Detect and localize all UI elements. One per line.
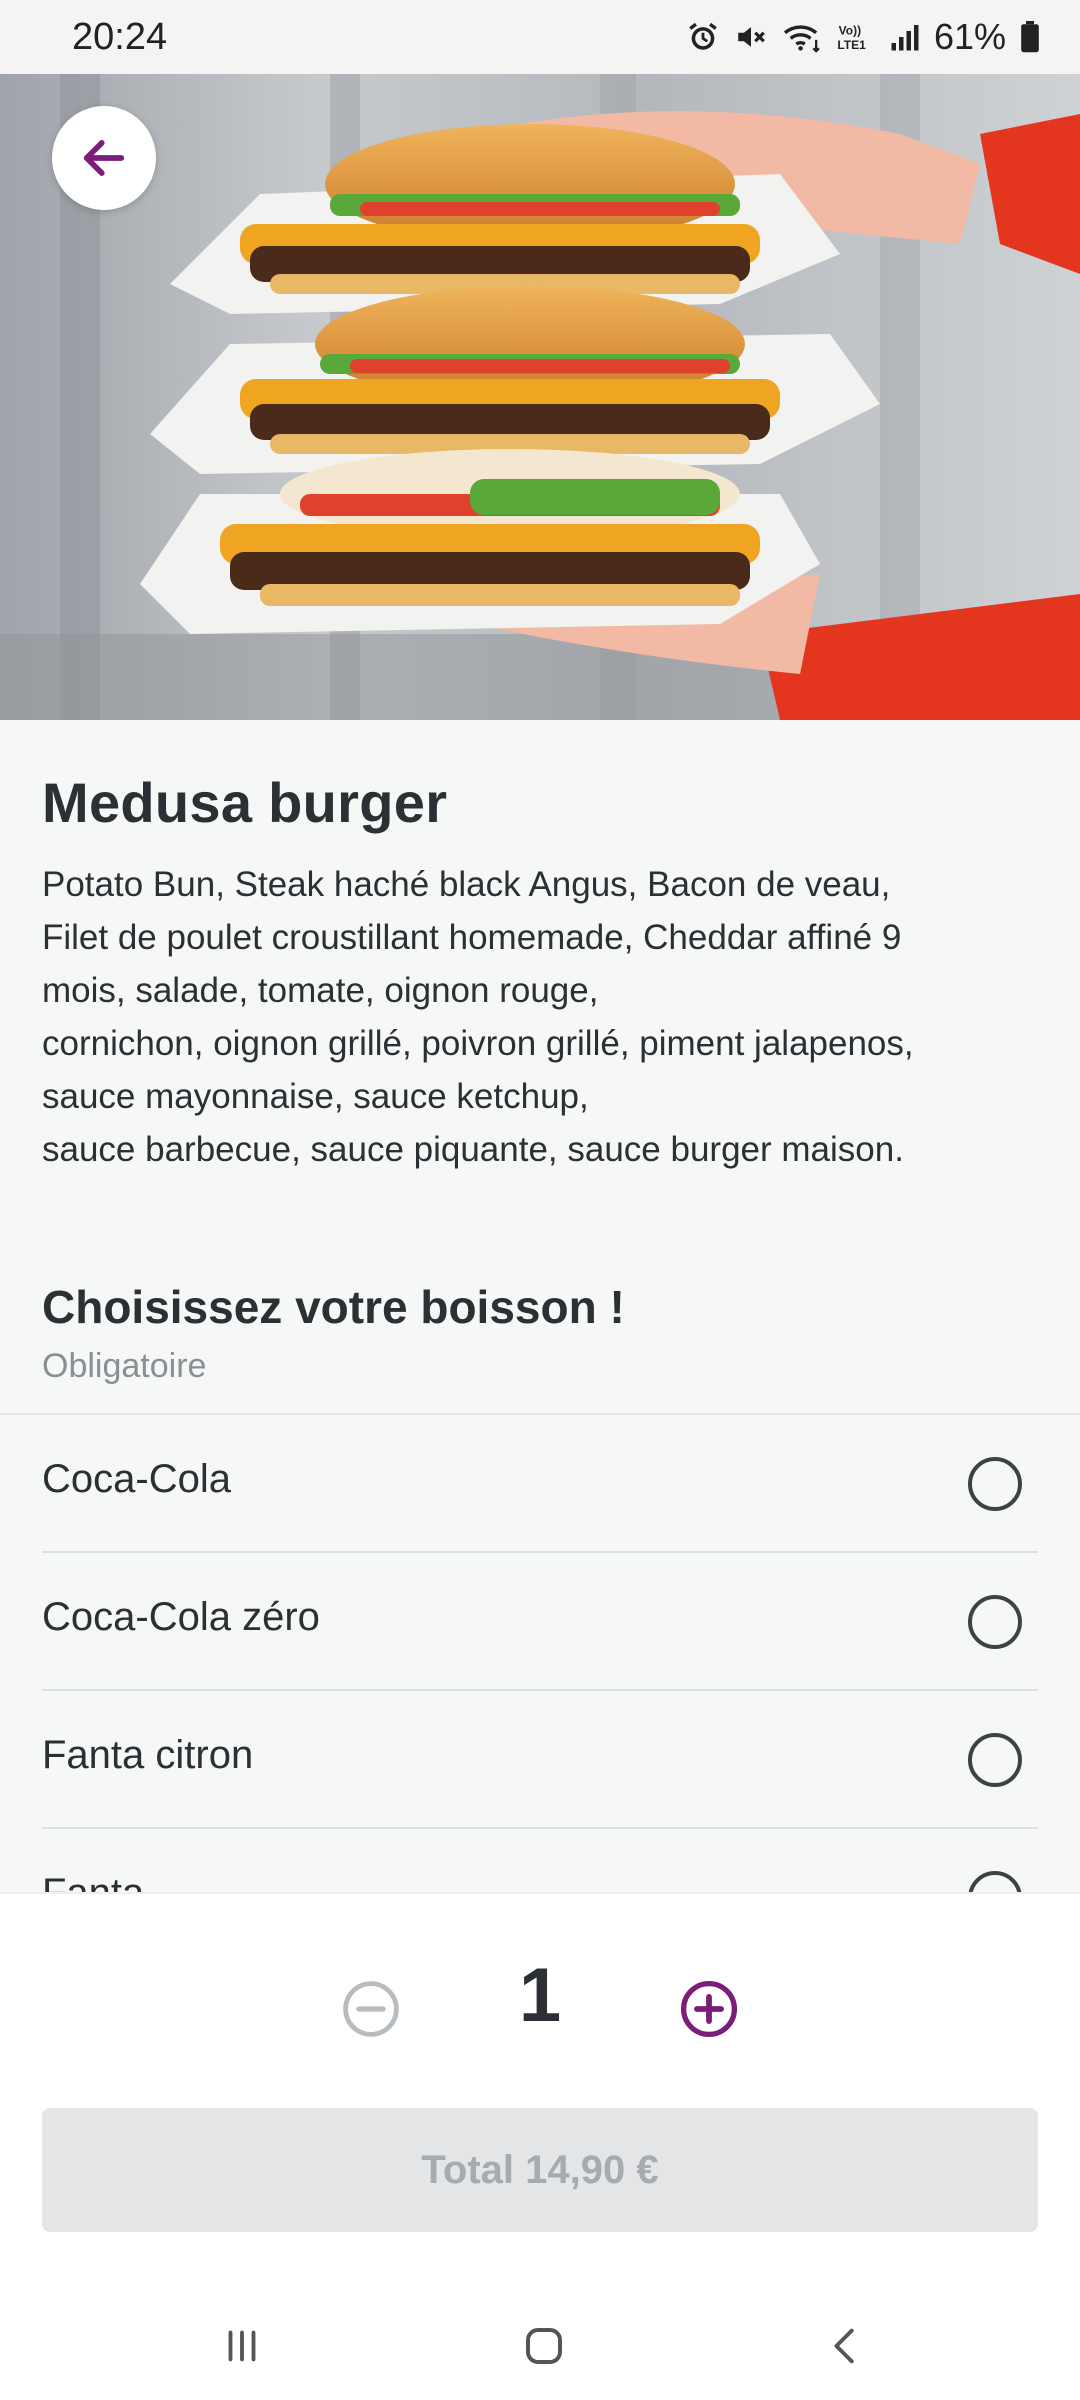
quantity-value: 1 bbox=[518, 1953, 562, 2038]
radio-button[interactable] bbox=[968, 1733, 1022, 1787]
alarm-icon bbox=[686, 20, 720, 54]
radio-button[interactable] bbox=[968, 1457, 1022, 1511]
description-line: Filet de poulet croustillant homemade, C… bbox=[42, 918, 902, 957]
order-panel: 1 Total 14,90 € bbox=[0, 1892, 1080, 2292]
radio-button[interactable] bbox=[968, 1595, 1022, 1649]
recent-apps-button[interactable] bbox=[202, 2312, 282, 2380]
decrease-quantity-button[interactable] bbox=[342, 1980, 400, 2038]
status-bar: 20:24 Vo)) LTE1 61% bbox=[0, 0, 1080, 74]
svg-text:Vo)): Vo)) bbox=[839, 23, 861, 37]
total-button[interactable]: Total 14,90 € bbox=[42, 2108, 1038, 2232]
product-description: Potato Bun, Steak haché black Angus, Bac… bbox=[42, 858, 1042, 1176]
description-line: sauce barbecue, sauce piquante, sauce bu… bbox=[42, 1130, 904, 1169]
minus-circle-icon bbox=[343, 1981, 399, 2037]
signal-icon bbox=[890, 22, 920, 52]
drink-option-fanta[interactable]: Fanta bbox=[0, 1829, 1080, 1893]
drink-option-fanta-citron[interactable]: Fanta citron bbox=[0, 1691, 1080, 1829]
description-line: Potato Bun, Steak haché black Angus, Bac… bbox=[42, 865, 891, 904]
system-nav-bar bbox=[0, 2292, 1080, 2400]
required-label: Obligatoire bbox=[42, 1347, 207, 1385]
option-label: Fanta citron bbox=[42, 1733, 254, 1777]
status-icons: Vo)) LTE1 61% bbox=[686, 16, 1040, 58]
increase-quantity-button[interactable] bbox=[680, 1980, 738, 2038]
drink-option-coca-cola[interactable]: Coca-Cola bbox=[0, 1415, 1080, 1553]
burger-photo bbox=[0, 74, 1080, 720]
home-icon bbox=[526, 2328, 562, 2364]
back-button[interactable] bbox=[52, 106, 156, 210]
back-icon bbox=[834, 2328, 854, 2364]
drink-options-list: Coca-Cola Coca-Cola zéro Fanta citron Fa… bbox=[0, 1415, 1080, 1893]
home-button[interactable] bbox=[504, 2312, 584, 2380]
option-label: Coca-Cola bbox=[42, 1457, 231, 1501]
volte-icon: Vo)) LTE1 bbox=[836, 20, 876, 54]
battery-icon bbox=[1020, 21, 1040, 53]
mute-icon bbox=[734, 20, 768, 54]
radio-button[interactable] bbox=[968, 1871, 1022, 1893]
option-label: Fanta bbox=[42, 1871, 145, 1893]
description-line: sauce mayonnaise, sauce ketchup, bbox=[42, 1077, 589, 1116]
status-time: 20:24 bbox=[72, 15, 168, 58]
arrow-left-icon bbox=[83, 140, 125, 176]
plus-circle-icon bbox=[680, 1980, 738, 2038]
recent-apps-icon bbox=[228, 2330, 256, 2362]
description-line: mois, salade, tomate, oignon rouge, bbox=[42, 971, 599, 1010]
drink-option-coca-cola-zero[interactable]: Coca-Cola zéro bbox=[0, 1553, 1080, 1691]
option-label: Coca-Cola zéro bbox=[42, 1595, 320, 1639]
description-line: cornichon, oignon grillé, poivron grillé… bbox=[42, 1024, 914, 1063]
screen: 20:24 Vo)) LTE1 61% Medusa burger Potato… bbox=[0, 0, 1080, 2400]
wifi-icon bbox=[782, 20, 822, 54]
svg-text:LTE1: LTE1 bbox=[837, 38, 866, 52]
quantity-stepper: 1 bbox=[0, 1952, 1080, 2062]
drink-section-title: Choisissez votre boisson ! bbox=[42, 1281, 625, 1333]
battery-percent: 61% bbox=[933, 16, 1006, 57]
product-title: Medusa burger bbox=[42, 771, 448, 834]
hero-image bbox=[0, 74, 1080, 720]
back-nav-button[interactable] bbox=[806, 2312, 886, 2380]
